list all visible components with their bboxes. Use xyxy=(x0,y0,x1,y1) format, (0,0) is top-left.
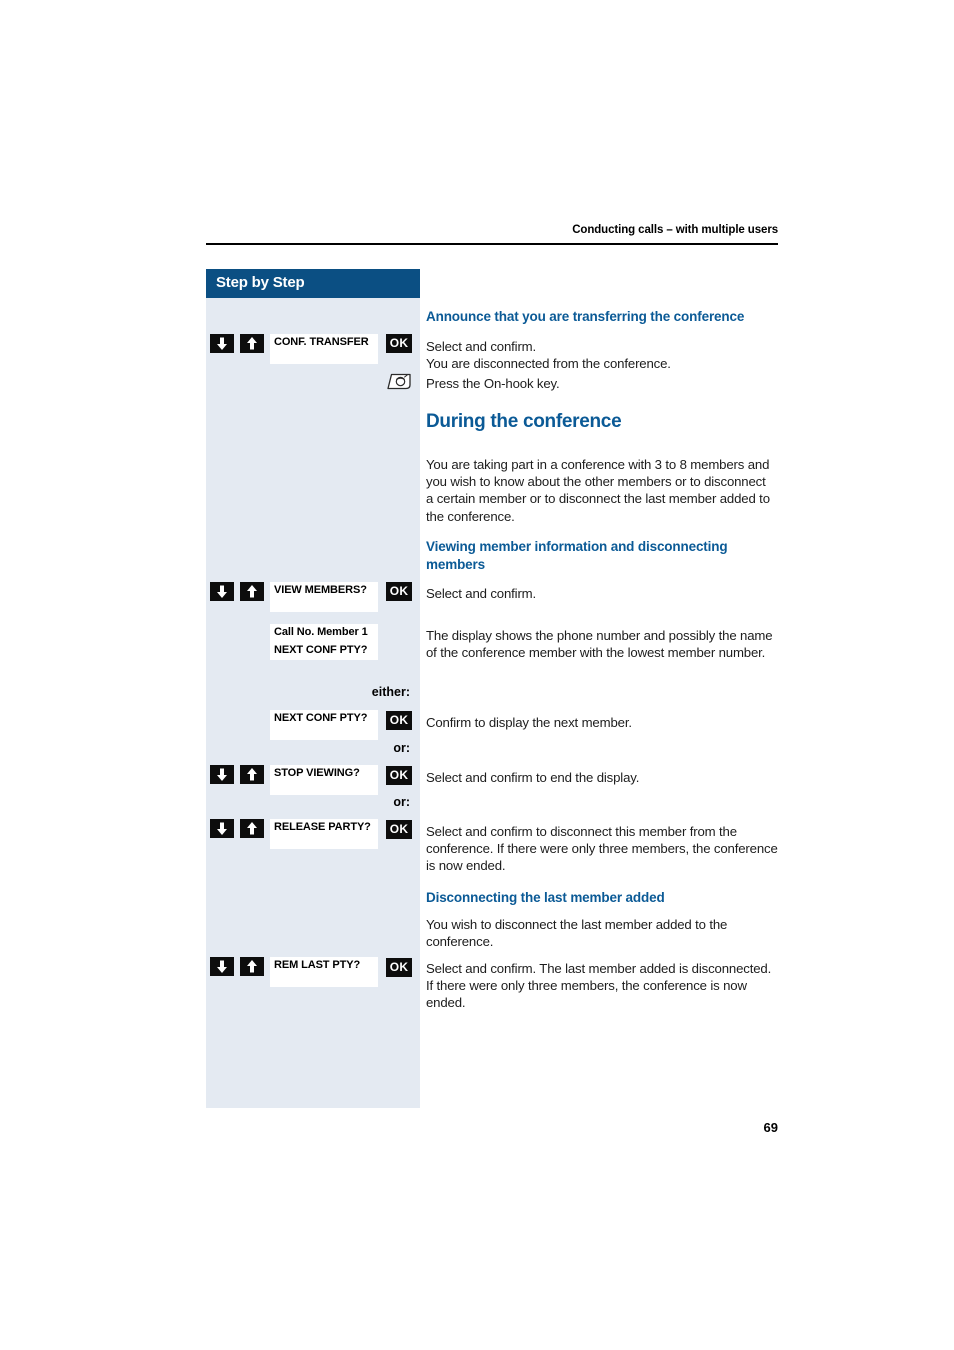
connector-or-1: or: xyxy=(393,741,410,755)
ok-key[interactable]: OK xyxy=(386,958,412,977)
heading-viewing-members: Viewing member information and disconnec… xyxy=(426,539,728,572)
step-by-step-header: Step by Step xyxy=(206,269,420,298)
text-stop-viewing-description: Select and confirm to end the display. xyxy=(426,770,640,785)
down-arrow-key[interactable] xyxy=(210,819,234,838)
display-label-text: CONF. TRANSFER xyxy=(274,336,369,348)
up-arrow-key[interactable] xyxy=(240,582,264,601)
ok-key[interactable]: OK xyxy=(386,582,412,601)
text-release-party-description: Select and confirm to disconnect this me… xyxy=(426,824,778,874)
ok-key[interactable]: OK xyxy=(386,766,412,785)
connector-or-2: or: xyxy=(393,795,410,809)
text-during-conference-body: You are taking part in a conference with… xyxy=(426,457,770,524)
display-line-next-conf-pty: NEXT CONF PTY? xyxy=(274,644,368,656)
text-select-confirm-1: Select and confirm. xyxy=(426,339,537,354)
text-select-confirm-2: Select and confirm. xyxy=(426,586,537,601)
up-arrow-key[interactable] xyxy=(240,819,264,838)
text-display-description: The display shows the phone number and p… xyxy=(426,628,773,661)
up-arrow-key[interactable] xyxy=(240,334,264,353)
display-label-rem-last-pty: REM LAST PTY? xyxy=(270,957,378,987)
display-label-text: REM LAST PTY? xyxy=(274,959,361,971)
display-label-text: NEXT CONF PTY? xyxy=(274,712,368,724)
display-label-text: STOP VIEWING? xyxy=(274,767,360,779)
text-confirm-next-member: Confirm to display the next member. xyxy=(426,715,632,730)
ok-key[interactable]: OK xyxy=(386,820,412,839)
down-arrow-key[interactable] xyxy=(210,334,234,353)
ok-key[interactable]: OK xyxy=(386,711,412,730)
heading-announce-transfer: Announce that you are transferring the c… xyxy=(426,309,745,324)
page-number: 69 xyxy=(763,1120,778,1135)
heading-during-conference: During the conference xyxy=(426,411,622,432)
display-label-text: VIEW MEMBERS? xyxy=(274,584,367,596)
up-arrow-key[interactable] xyxy=(240,957,264,976)
display-box-member-info: Call No. Member 1 NEXT CONF PTY? xyxy=(270,624,378,660)
on-hook-key[interactable] xyxy=(386,372,414,391)
display-label-conf-transfer: CONF. TRANSFER xyxy=(270,334,378,364)
display-label-next-conf-pty: NEXT CONF PTY? xyxy=(270,710,378,740)
text-disconnected-note: You are disconnected from the conference… xyxy=(426,356,671,371)
display-line-call-no-member: Call No. Member 1 xyxy=(274,626,368,638)
heading-disconnect-last-member: Disconnecting the last member added xyxy=(426,890,665,905)
down-arrow-key[interactable] xyxy=(210,765,234,784)
ok-key[interactable]: OK xyxy=(386,334,412,353)
down-arrow-key[interactable] xyxy=(210,582,234,601)
display-label-text: RELEASE PARTY? xyxy=(274,821,371,833)
text-rem-last-pty-description: Select and confirm. The last member adde… xyxy=(426,961,772,1011)
down-arrow-key[interactable] xyxy=(210,957,234,976)
header-divider xyxy=(206,243,778,245)
up-arrow-key[interactable] xyxy=(240,765,264,784)
text-press-onhook: Press the On-hook key. xyxy=(426,376,560,391)
running-head: Conducting calls – with multiple users xyxy=(572,224,778,236)
display-label-release-party: RELEASE PARTY? xyxy=(270,819,378,849)
step-by-step-title: Step by Step xyxy=(216,274,305,291)
connector-either: either: xyxy=(371,685,410,699)
text-disconnect-last-body: You wish to disconnect the last member a… xyxy=(426,917,728,950)
display-label-view-members: VIEW MEMBERS? xyxy=(270,582,378,612)
display-label-stop-viewing: STOP VIEWING? xyxy=(270,765,378,795)
